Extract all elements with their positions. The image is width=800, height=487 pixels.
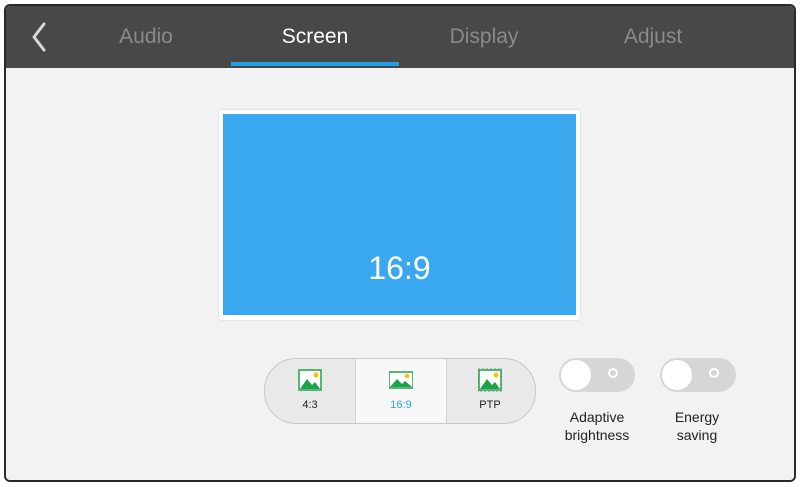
image-icon bbox=[389, 371, 413, 389]
ratio-option-label: PTP bbox=[479, 399, 501, 411]
ratio-option-label: 16:9 bbox=[390, 399, 412, 411]
image-icon bbox=[478, 368, 502, 392]
ratio-option-4-3[interactable]: 4:3 bbox=[265, 359, 355, 423]
energy-saving-label-line2: saving bbox=[676, 427, 718, 443]
energy-saving-label: Energy saving bbox=[637, 408, 757, 444]
active-tab-indicator bbox=[231, 62, 399, 66]
settings-window: Audio Screen Display Adjust 16:9 4:3 16:… bbox=[4, 4, 796, 482]
screen-settings-panel: 16:9 4:3 16:9 PTP Adaptive brightness En… bbox=[6, 68, 794, 480]
back-button[interactable] bbox=[26, 20, 56, 54]
toggle-off-icon bbox=[608, 368, 618, 378]
toggle-knob bbox=[662, 360, 692, 390]
energy-saving-toggle[interactable] bbox=[660, 358, 736, 392]
screen-preview: 16:9 bbox=[219, 110, 580, 320]
tab-screen[interactable]: Screen bbox=[255, 6, 375, 68]
image-icon bbox=[298, 369, 322, 391]
ratio-option-ptp[interactable]: PTP bbox=[445, 359, 535, 423]
ratio-option-16-9[interactable]: 16:9 bbox=[355, 359, 447, 423]
tab-adjust[interactable]: Adjust bbox=[593, 6, 713, 68]
toggle-off-icon bbox=[709, 368, 719, 378]
ratio-option-label: 4:3 bbox=[302, 399, 318, 411]
preview-ratio-label: 16:9 bbox=[368, 250, 431, 286]
chevron-left-icon bbox=[32, 22, 46, 52]
screen-preview-area: 16:9 bbox=[223, 114, 576, 315]
top-navigation-bar: Audio Screen Display Adjust bbox=[6, 6, 794, 68]
tab-audio[interactable]: Audio bbox=[86, 6, 206, 68]
aspect-ratio-selector: 4:3 16:9 PTP bbox=[264, 358, 536, 424]
tab-display[interactable]: Display bbox=[424, 6, 544, 68]
energy-saving-label-line1: Energy bbox=[674, 409, 720, 425]
toggle-knob bbox=[561, 360, 591, 390]
adaptive-brightness-toggle[interactable] bbox=[559, 358, 635, 392]
